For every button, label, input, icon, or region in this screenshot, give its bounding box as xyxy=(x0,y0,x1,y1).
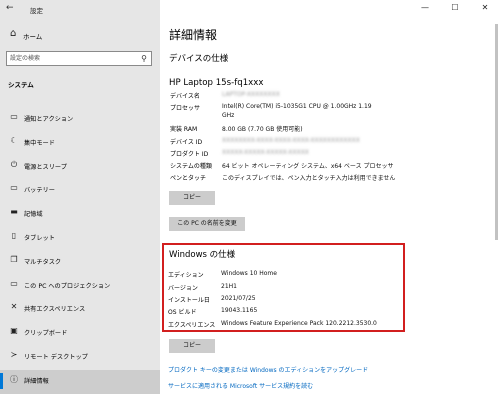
info-icon: ⓘ xyxy=(10,374,18,384)
multitask-icon: ❐ xyxy=(10,254,18,264)
moon-icon: ☾ xyxy=(10,135,18,145)
spec-label: システムの種類 xyxy=(170,163,212,170)
share-icon: ✕ xyxy=(10,302,18,312)
titlebar: ← 設定 xyxy=(0,0,160,20)
sidebar-item-label: この PC へのプロジェクション xyxy=(24,282,111,290)
spec-label: 実装 RAM xyxy=(170,126,198,133)
copy-windows-spec-button[interactable]: コピー xyxy=(169,339,215,353)
main-panel: — ☐ ✕ 詳細情報 デバイスの仕様 HP Laptop 15s-fq1xxx … xyxy=(160,0,500,390)
battery-icon: ▭ xyxy=(10,183,18,193)
projection-icon: ▭ xyxy=(10,278,18,288)
sidebar-item-label: リモート デスクトップ xyxy=(24,353,88,361)
remote-desktop-icon: ≻ xyxy=(10,349,18,359)
spec-value-device-name: LAPTOP-XXXXXXXX xyxy=(222,91,280,98)
sidebar-item-power-sleep[interactable]: ⏻ 電源とスリープ xyxy=(0,156,160,180)
change-product-key-link[interactable]: プロダクト キーの変更または Windows のエディションをアップグレード xyxy=(168,365,368,374)
home-label: ホーム xyxy=(23,33,43,41)
search-input[interactable] xyxy=(10,54,130,63)
power-icon: ⏻ xyxy=(10,159,18,169)
spec-value-product-id: XXXXX-XXXXX-XXXXX-XXXXX xyxy=(222,149,309,156)
section-label: システム xyxy=(8,81,34,89)
spec-label: エクスペリエンス xyxy=(168,322,216,329)
sidebar-item-multitasking[interactable]: ❐ マルチタスク xyxy=(0,251,160,275)
home-nav-item[interactable]: ⌂ ホーム xyxy=(0,27,160,43)
sidebar-item-label: 電源とスリープ xyxy=(24,163,67,171)
spec-value-processor-unit: GHz xyxy=(222,112,235,119)
spec-label: OS ビルド xyxy=(168,309,197,316)
spec-value-experience: Windows Feature Experience Pack 120.2212… xyxy=(221,320,377,327)
spec-value-ram: 8.00 GB (7.70 GB 使用可能) xyxy=(222,126,303,133)
service-agreement-link[interactable]: サービスに適用される Microsoft サービス規約を読む xyxy=(168,381,313,390)
app-title: 設定 xyxy=(30,7,43,15)
sidebar-item-label: マルチタスク xyxy=(24,258,62,266)
search-icon[interactable]: ⚲ xyxy=(141,54,147,63)
sidebar-item-clipboard[interactable]: ▣ クリップボード xyxy=(0,322,160,346)
spec-value-processor: Intel(R) Core(TM) i5-1035G1 CPU @ 1.00GH… xyxy=(222,103,372,110)
sidebar-item-label: 集中モード xyxy=(24,139,55,147)
spec-label: デバイス ID xyxy=(170,139,203,146)
sidebar-item-label: 共有エクスペリエンス xyxy=(24,306,86,314)
sidebar-item-label: バッテリー xyxy=(24,187,55,195)
spec-value-install-date: 2021/07/25 xyxy=(221,295,256,302)
spec-value-version: 21H1 xyxy=(221,283,237,290)
copy-device-spec-button[interactable]: コピー xyxy=(169,191,215,205)
nav-list: ▭ 通知とアクション ☾ 集中モード ⏻ 電源とスリープ ▭ バッテリー ▬ 記… xyxy=(0,108,160,394)
maximize-button[interactable]: ☐ xyxy=(440,0,470,16)
tablet-icon: ▯ xyxy=(11,230,17,240)
sidebar-item-label: タブレット xyxy=(24,234,55,242)
spec-value-pen-touch: このディスプレイでは、ペン入力とタッチ入力は利用できません xyxy=(222,175,396,182)
sidebar-item-label: 詳細情報 xyxy=(24,377,49,385)
close-button[interactable]: ✕ xyxy=(470,0,500,16)
scrollbar[interactable] xyxy=(495,24,498,240)
device-spec-heading: デバイスの仕様 xyxy=(169,54,229,64)
windows-spec-heading: Windows の仕様 xyxy=(169,250,236,260)
clipboard-icon: ▣ xyxy=(10,326,18,336)
spec-value-edition: Windows 10 Home xyxy=(221,270,277,277)
search-box[interactable]: ⚲ xyxy=(6,51,152,66)
home-icon: ⌂ xyxy=(10,28,17,39)
spec-label: エディション xyxy=(168,272,204,279)
sidebar-item-label: 記憶域 xyxy=(24,211,43,219)
spec-label: インストール日 xyxy=(168,297,210,304)
sidebar-item-label: クリップボード xyxy=(24,330,68,338)
sidebar-item-storage[interactable]: ▬ 記憶域 xyxy=(0,203,160,227)
sidebar-item-shared-experiences[interactable]: ✕ 共有エクスペリエンス xyxy=(0,298,160,322)
sidebar-item-label: 通知とアクション xyxy=(24,116,74,123)
storage-icon: ▬ xyxy=(10,207,18,217)
spec-label: プロセッサ xyxy=(170,105,201,112)
device-model-name: HP Laptop 15s-fq1xxx xyxy=(169,78,264,88)
back-arrow-icon[interactable]: ← xyxy=(6,3,14,13)
spec-label: バージョン xyxy=(168,285,198,292)
spec-value-os-build: 19043.1165 xyxy=(221,307,258,314)
spec-label: ペンとタッチ xyxy=(170,175,207,182)
window-controls: — ☐ ✕ xyxy=(410,0,500,16)
sidebar-item-notifications[interactable]: ▭ 通知とアクション xyxy=(0,108,160,132)
sidebar-item-remote-desktop[interactable]: ≻ リモート デスクトップ xyxy=(0,346,160,370)
spec-value-system-type: 64 ビット オペレーティング システム、x64 ベース プロセッサ xyxy=(222,163,394,170)
sidebar-item-tablet[interactable]: ▯ タブレット xyxy=(0,227,160,251)
spec-label: デバイス名 xyxy=(170,93,200,100)
rename-pc-button[interactable]: この PC の名前を変更 xyxy=(169,217,245,231)
sidebar: ← 設定 ⌂ ホーム ⚲ システム ▭ 通知とアクション ☾ 集中モード ⏻ 電… xyxy=(0,0,160,394)
sidebar-item-battery[interactable]: ▭ バッテリー xyxy=(0,179,160,203)
page-title: 詳細情報 xyxy=(169,28,218,42)
spec-value-device-id: XXXXXXXX-XXXX-XXXX-XXXX-XXXXXXXXXXXX xyxy=(222,137,360,144)
minimize-button[interactable]: — xyxy=(410,0,440,16)
notification-icon: ▭ xyxy=(10,112,18,121)
sidebar-item-focus-assist[interactable]: ☾ 集中モード xyxy=(0,132,160,156)
sidebar-item-projection[interactable]: ▭ この PC へのプロジェクション xyxy=(0,275,160,299)
spec-label: プロダクト ID xyxy=(170,151,209,158)
